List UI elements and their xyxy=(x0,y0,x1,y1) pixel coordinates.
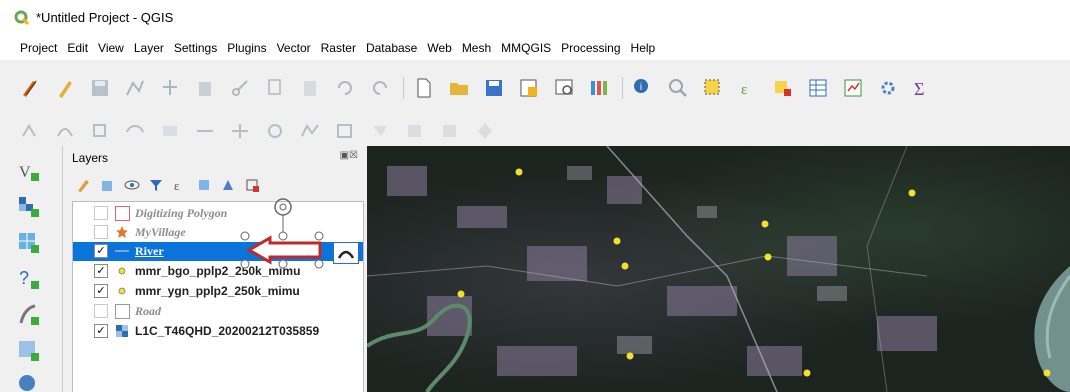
reshape-icon[interactable] xyxy=(123,120,147,142)
layers-panel-toolbar: ε xyxy=(75,174,267,196)
print-layout-icon[interactable] xyxy=(517,77,541,99)
collapse-all-icon[interactable] xyxy=(219,176,237,194)
panel-title: Layers xyxy=(72,151,109,165)
undo-icon[interactable] xyxy=(333,77,357,99)
filter-legend-icon[interactable] xyxy=(147,176,165,194)
digitizing-toolbar xyxy=(0,116,1070,146)
annotation-arrow-icon xyxy=(245,235,322,265)
add-raster-layer-icon[interactable] xyxy=(16,194,42,220)
field-calculator-icon[interactable] xyxy=(841,77,865,99)
sum-icon[interactable]: Σ xyxy=(911,77,935,99)
simplify-icon[interactable] xyxy=(298,120,322,142)
toolbar-separator xyxy=(403,77,404,99)
identify-icon[interactable]: i xyxy=(631,77,655,99)
layout-manager-icon[interactable] xyxy=(552,77,576,99)
menu-mesh[interactable]: Mesh xyxy=(462,41,491,55)
menu-settings[interactable]: Settings xyxy=(174,41,217,55)
move-feature-icon[interactable] xyxy=(158,77,182,99)
menu-bar: Project Edit View Layer Settings Plugins… xyxy=(0,36,1070,60)
svg-text:ε: ε xyxy=(174,178,180,193)
open-layer-styling-icon[interactable] xyxy=(75,176,93,194)
data-source-toolbar: V ? xyxy=(0,146,62,392)
offset-curve-icon[interactable] xyxy=(158,120,182,142)
menu-vector[interactable]: Vector xyxy=(277,41,311,55)
rotation-handle-center[interactable] xyxy=(279,203,287,211)
add-virtual-layer-icon[interactable] xyxy=(16,338,42,364)
svg-text:?: ? xyxy=(19,268,29,288)
menu-database[interactable]: Database xyxy=(366,41,417,55)
title-bar: *Untitled Project - QGIS xyxy=(0,0,1070,37)
delete-feature-icon[interactable] xyxy=(193,77,217,99)
paste-icon[interactable] xyxy=(298,77,322,99)
add-vertex-icon[interactable] xyxy=(123,77,147,99)
rotate-icon[interactable] xyxy=(263,120,287,142)
layer-tree: Digitizing Polygon MyVillage ✓ River ✓ m… xyxy=(72,198,364,392)
map-canvas[interactable] xyxy=(367,146,1070,392)
select-vertices-icon[interactable] xyxy=(473,120,497,142)
style-manager-icon[interactable] xyxy=(587,77,611,99)
remove-layer-icon[interactable] xyxy=(243,176,261,194)
menu-mmqgis[interactable]: MMQGIS xyxy=(501,41,551,55)
menu-project[interactable]: Project xyxy=(20,41,57,55)
menu-web[interactable]: Web xyxy=(427,41,451,55)
select-expression-icon[interactable]: ε xyxy=(736,77,760,99)
attribute-table-icon[interactable] xyxy=(806,77,830,99)
save-project-icon[interactable] xyxy=(482,77,506,99)
annotation-overlay xyxy=(240,198,324,269)
menu-plugins[interactable]: Plugins xyxy=(227,41,266,55)
svg-text:Σ: Σ xyxy=(914,79,924,99)
fill-ring-icon[interactable] xyxy=(368,120,392,142)
settings-gear-icon[interactable] xyxy=(876,77,900,99)
delete-part-icon[interactable] xyxy=(403,120,427,142)
split-icon[interactable] xyxy=(193,120,217,142)
edit-pencil-icon[interactable] xyxy=(53,77,77,99)
svg-text:i: i xyxy=(640,82,642,93)
add-vector-layer-icon[interactable]: V xyxy=(16,158,42,184)
expand-all-icon[interactable] xyxy=(195,176,213,194)
save-edits-icon[interactable] xyxy=(88,77,112,99)
menu-help[interactable]: Help xyxy=(631,41,656,55)
copy-icon[interactable] xyxy=(263,77,287,99)
add-spatialite-icon[interactable] xyxy=(16,302,42,328)
add-delimited-text-icon[interactable]: ? xyxy=(16,266,42,292)
window-title: *Untitled Project - QGIS xyxy=(36,10,174,25)
redo-icon[interactable] xyxy=(368,77,392,99)
deselect-icon[interactable] xyxy=(771,77,795,99)
merge-icon[interactable] xyxy=(228,120,252,142)
menu-view[interactable]: View xyxy=(98,41,124,55)
digitize-curve-icon[interactable] xyxy=(53,120,77,142)
menu-edit[interactable]: Edit xyxy=(67,41,88,55)
toolbar-separator xyxy=(622,77,623,99)
add-mesh-layer-icon[interactable] xyxy=(16,230,42,256)
digitize-pencil-icon[interactable] xyxy=(18,77,42,99)
main-toolbar: i ε Σ xyxy=(0,60,1070,116)
satellite-imagery xyxy=(367,146,1070,392)
svg-text:ε: ε xyxy=(741,82,747,98)
layers-panel: Layers ▣☒ ε Digitizing Polygon MyVillage… xyxy=(62,146,368,392)
menu-processing[interactable]: Processing xyxy=(561,41,620,55)
arc-icon xyxy=(337,250,355,259)
filter-by-expression-icon[interactable]: ε xyxy=(171,176,189,194)
manage-map-themes-icon[interactable] xyxy=(123,176,141,194)
add-wms-icon[interactable] xyxy=(16,372,42,392)
zoom-tool-icon[interactable] xyxy=(666,77,690,99)
add-ring-icon[interactable] xyxy=(333,120,357,142)
line-style-callout xyxy=(333,242,359,264)
add-group-icon[interactable] xyxy=(99,176,117,194)
qgis-logo-icon xyxy=(14,10,30,26)
snap-icon[interactable] xyxy=(18,120,42,142)
open-project-icon[interactable] xyxy=(447,77,471,99)
panel-float-close-buttons[interactable]: ▣☒ xyxy=(340,150,358,161)
menu-raster[interactable]: Raster xyxy=(321,41,356,55)
menu-layer[interactable]: Layer xyxy=(134,41,164,55)
reshape-features-icon[interactable] xyxy=(438,120,462,142)
svg-text:V: V xyxy=(19,164,31,181)
qgis-window: *Untitled Project - QGIS Project Edit Vi… xyxy=(0,0,1070,392)
select-feature-icon[interactable] xyxy=(701,77,725,99)
node-tool-icon[interactable] xyxy=(88,120,112,142)
new-project-icon[interactable] xyxy=(412,77,436,99)
cut-icon[interactable] xyxy=(228,77,252,99)
